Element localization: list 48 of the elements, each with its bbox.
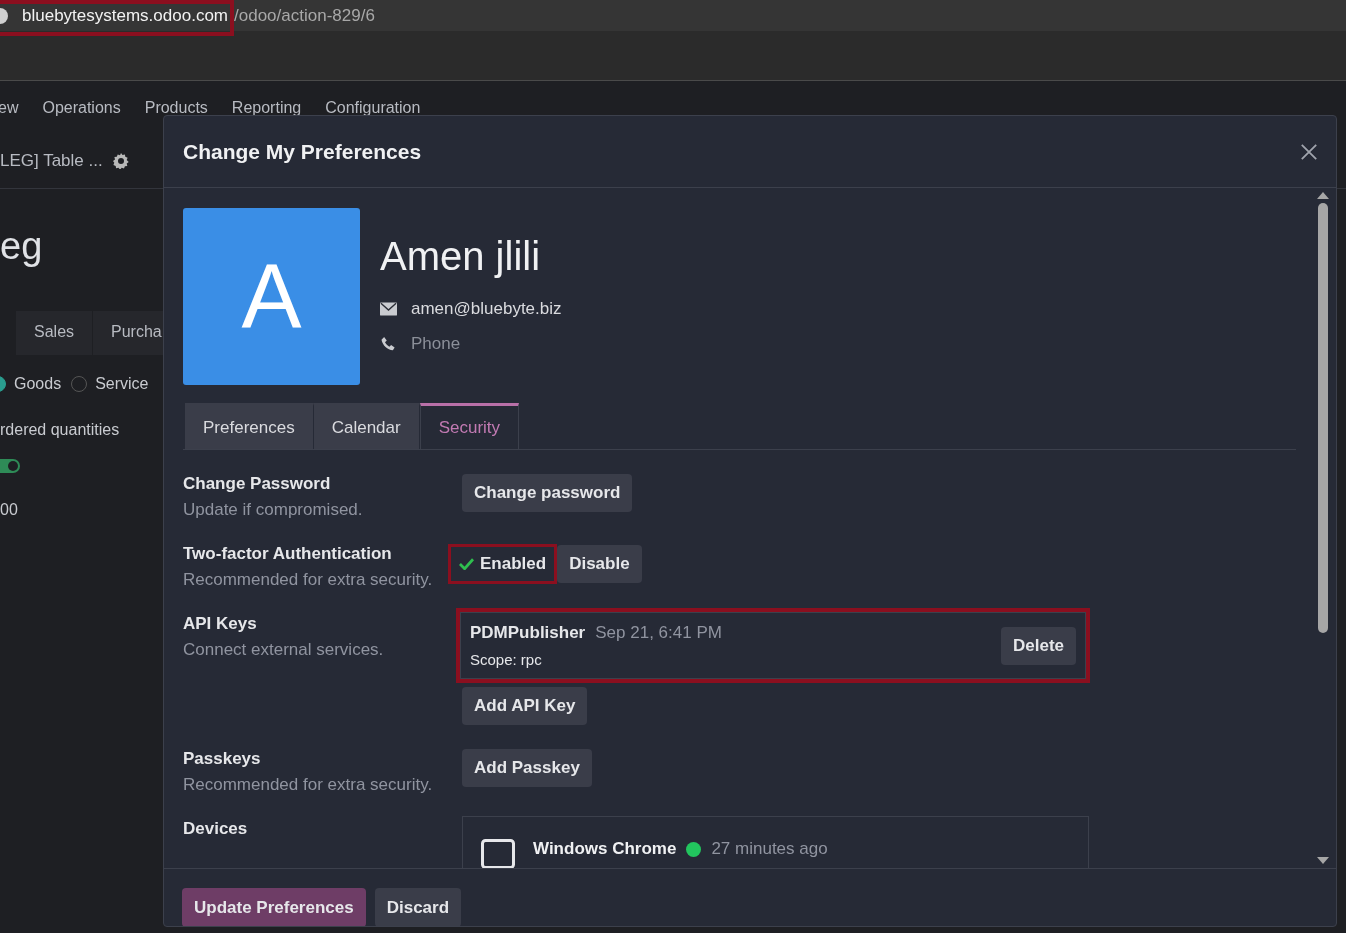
tab[interactable]: Security — [419, 403, 520, 449]
toggle-switch[interactable] — [0, 459, 20, 473]
section-title: Two-factor Authentication — [183, 544, 393, 564]
avatar: A — [183, 208, 360, 385]
site-info-icon[interactable] — [0, 7, 8, 24]
device-name: Windows Chrome — [533, 839, 677, 859]
footer-button[interactable]: Update Preferences — [182, 888, 366, 926]
record-title: eg — [0, 225, 44, 269]
tab[interactable]: Calendar — [313, 403, 420, 449]
action-button[interactable]: Change password — [462, 474, 633, 512]
user-email: amen@bluebyte.biz — [411, 298, 562, 319]
footer-button[interactable]: Discard — [374, 888, 462, 926]
url-domain[interactable]: bluebytesystems.odoo.com — [0, 0, 234, 36]
radio-label: Goods — [14, 375, 62, 393]
status-label: Enabled — [448, 544, 558, 584]
close-icon[interactable] — [1300, 142, 1318, 161]
action-button[interactable]: Add Passkey — [462, 749, 592, 787]
section-description: Recommended for extra security. — [183, 570, 434, 590]
section-description: Connect external services. — [183, 640, 385, 660]
delete-button[interactable]: Delete — [1000, 626, 1076, 665]
radio-label: Service — [95, 375, 149, 393]
last-seen: 27 minutes ago — [711, 839, 828, 859]
user-name: Amen jlili — [380, 234, 542, 279]
breadcrumb[interactable]: LEG] Table ... — [0, 150, 103, 171]
api-key-name: PDMPublisher — [470, 623, 586, 643]
check-icon — [459, 558, 474, 570]
form-tab[interactable]: Sales — [16, 311, 94, 355]
field-value: 00 — [0, 501, 19, 519]
section-title: Devices — [183, 819, 249, 839]
gear-icon[interactable] — [112, 152, 129, 169]
section-description: Update if compromised. — [183, 500, 364, 520]
field-value: rdered quantities — [0, 421, 121, 439]
dialog-title: Change My Preferences — [183, 139, 422, 164]
section-title: Passkeys — [183, 749, 262, 769]
api-key-scope: Scope: rpc — [470, 651, 543, 668]
api-key-date: Sep 21, 6:41 PM — [595, 623, 722, 643]
envelope-icon — [380, 301, 397, 316]
menu-item[interactable]: Operations — [42, 99, 121, 133]
url-path[interactable]: /odoo/action-829/6 — [234, 5, 375, 26]
section-title: Change Password — [183, 474, 332, 494]
tab[interactable]: Preferences — [185, 403, 314, 449]
section-title: API Keys — [183, 614, 258, 634]
section-description: Recommended for extra security. — [183, 775, 434, 795]
disable-button[interactable]: Disable — [557, 545, 642, 583]
phone-field[interactable]: Phone — [411, 333, 531, 354]
add-api-key-button[interactable]: Add API Key — [462, 687, 588, 725]
monitor-icon — [481, 839, 515, 868]
phone-icon — [380, 336, 397, 351]
